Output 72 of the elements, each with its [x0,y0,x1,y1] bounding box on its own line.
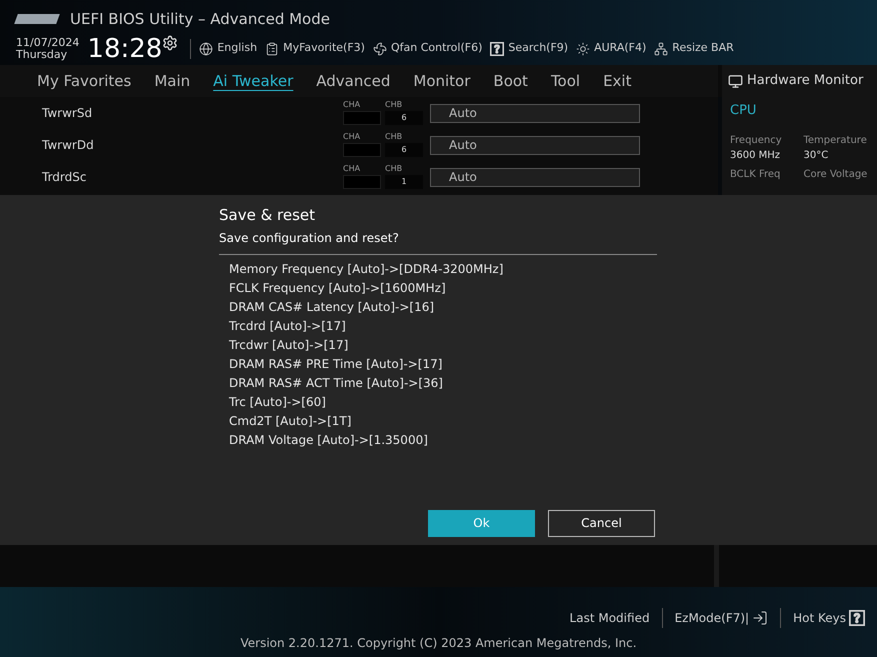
reading-label: Temperature [804,134,868,148]
menu-tab[interactable]: Exit [603,70,632,92]
change-item: Trcdwr [Auto]->[17] [229,336,350,354]
footer-link[interactable]: Hot Keys [793,609,865,627]
channel-label: CHB [385,131,402,143]
channel-value-field [343,175,381,189]
change-item: Memory Frequency [Auto]->[DDR4-3200MHz] [229,260,504,278]
reading-value: 30°C [804,148,830,162]
toolbar-button[interactable]: Qfan Control(F6) [372,40,482,57]
value-field[interactable]: Auto [430,136,640,154]
monitor-icon [728,74,743,88]
sun-icon [576,42,590,56]
menu-tab[interactable]: Advanced [316,70,390,92]
footer-link[interactable]: EzMode(F7)| [674,609,768,627]
setting-label: TrdrdSc [41,169,88,186]
change-item: Cmd2T [Auto]->[1T] [229,412,352,430]
menu-tab[interactable]: Monitor [413,70,470,92]
version-text: Version 2.20.1271. Copyright (C) 2023 American Megatrends, Inc. [240,635,637,652]
change-item: DRAM RAS# PRE Time [Auto]->[17] [229,356,444,372]
cancel-button[interactable]: Cancel [548,510,655,536]
setting-label: TwrwrDd [41,137,95,154]
menu-tab[interactable]: My Favorites [37,70,132,92]
channel-label: CHA [343,99,362,111]
toolbar-button[interactable]: Search(F9) [490,40,568,57]
value-field[interactable]: Auto [430,104,640,122]
channel-value-field [343,143,381,157]
panel-title: Hardware Monitor [747,72,864,90]
menu-tab[interactable]: Main [154,70,190,92]
toolbar-button[interactable]: AURA(F4) [576,40,646,57]
exit-icon [752,610,768,626]
fan-icon [372,42,387,56]
clock-time: 18:28 [87,34,162,62]
network-icon [654,42,668,56]
logo-mark-icon [14,14,60,24]
dialog-message: Save configuration and reset? [219,230,400,246]
help-icon [849,610,865,626]
channel-label: CHB [385,99,402,111]
date-text: 11/07/2024 [16,36,80,48]
channel-label: CHA [343,131,362,143]
setting-label: TwrwrSd [41,105,94,122]
change-item: DRAM Voltage [Auto]->[1.35000] [229,432,429,448]
day-text: Thursday [16,48,68,60]
reading-label: Core Voltage [804,168,868,182]
change-item: DRAM CAS# Latency [Auto]->[16] [229,298,436,316]
menu-tab[interactable]: Ai Tweaker [213,70,294,92]
list-icon [265,42,280,56]
channel-value: 1 [385,175,423,189]
channel-label: CHA [343,163,362,175]
channel-value: 6 [385,111,423,125]
toolbar-button[interactable]: Resize BAR [654,40,734,57]
channel-label: CHB [385,163,402,175]
toolbar-button[interactable]: English [199,40,258,57]
menu-tab[interactable]: Tool [550,70,580,92]
settings-icon[interactable] [162,34,178,50]
globe-icon [199,42,214,56]
reading-label: BCLK Freq [730,168,782,182]
channel-value: 6 [385,143,423,157]
reading-label: Frequency [730,134,783,148]
toolbar-button[interactable]: MyFavorite(F3) [265,40,365,57]
dialog-title: Save & reset [219,205,316,226]
footer-link[interactable]: Last Modified [570,609,650,627]
help-icon [490,42,504,56]
change-item: FCLK Frequency [Auto]->[1600MHz] [229,280,447,296]
change-item: Trc [Auto]->[60] [229,394,327,410]
channel-value-field [343,111,381,125]
window-title: UEFI BIOS Utility – Advanced Mode [70,9,330,30]
section-title: CPU [730,102,758,120]
change-item: DRAM RAS# ACT Time [Auto]->[36] [229,374,444,392]
value-field[interactable]: Auto [430,168,640,186]
reading-value: 3600 MHz [730,148,782,162]
menu-tab[interactable]: Boot [493,70,528,92]
change-item: Trcdrd [Auto]->[17] [229,318,347,334]
